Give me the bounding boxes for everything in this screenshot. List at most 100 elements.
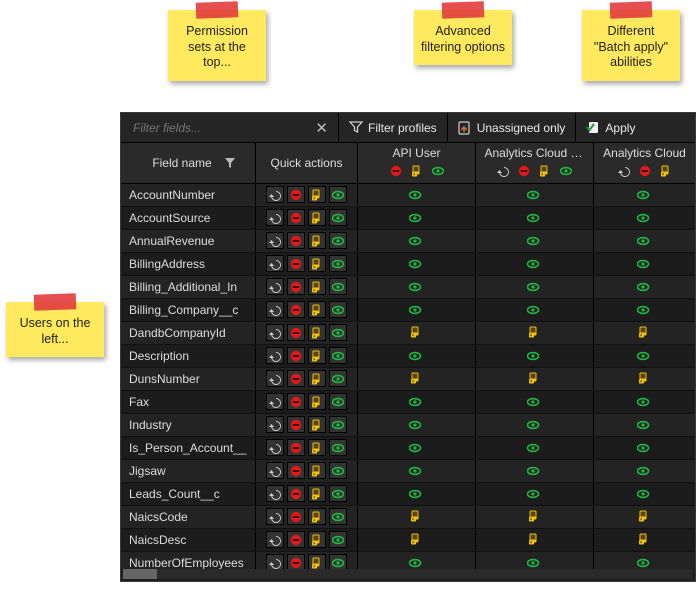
remove-icon[interactable] xyxy=(515,163,533,180)
cell-profile-state[interactable] xyxy=(476,529,594,551)
visible-icon[interactable] xyxy=(409,235,425,247)
search-input[interactable] xyxy=(131,120,311,136)
visible-icon[interactable] xyxy=(329,531,347,548)
visible-icon[interactable] xyxy=(637,212,653,224)
remove-icon[interactable] xyxy=(287,554,305,569)
cell-field-name[interactable]: AccountNumber xyxy=(121,184,256,206)
cell-profile-state[interactable] xyxy=(594,483,695,505)
visible-icon[interactable] xyxy=(527,557,543,569)
apply-button[interactable]: Apply xyxy=(576,113,645,142)
cell-profile-state[interactable] xyxy=(476,552,594,569)
visible-icon[interactable] xyxy=(527,442,543,454)
undo-icon[interactable] xyxy=(266,186,284,203)
undo-icon[interactable] xyxy=(266,301,284,318)
cell-profile-state[interactable] xyxy=(358,230,476,252)
undo-icon[interactable] xyxy=(266,554,284,569)
readonly-icon[interactable] xyxy=(308,186,326,203)
cell-profile-state[interactable] xyxy=(476,391,594,413)
cell-profile-state[interactable] xyxy=(476,322,594,344)
scrollbar-thumb[interactable] xyxy=(123,569,157,579)
remove-icon[interactable] xyxy=(287,278,305,295)
cell-profile-state[interactable] xyxy=(358,414,476,436)
visible-icon[interactable] xyxy=(637,281,653,293)
visible-icon[interactable] xyxy=(527,235,543,247)
cell-field-name[interactable]: DandbCompanyId xyxy=(121,322,256,344)
cell-profile-state[interactable] xyxy=(476,414,594,436)
cell-profile-state[interactable] xyxy=(594,299,695,321)
clear-search-icon[interactable]: ✕ xyxy=(311,119,332,137)
remove-icon[interactable] xyxy=(287,508,305,525)
remove-icon[interactable] xyxy=(287,393,305,410)
cell-profile-state[interactable] xyxy=(476,230,594,252)
visible-icon[interactable] xyxy=(527,281,543,293)
readonly-icon[interactable] xyxy=(638,510,652,524)
visible-icon[interactable] xyxy=(637,465,653,477)
cell-profile-state[interactable] xyxy=(358,368,476,390)
readonly-icon[interactable] xyxy=(308,255,326,272)
visible-icon[interactable] xyxy=(329,278,347,295)
visible-icon[interactable] xyxy=(409,350,425,362)
readonly-icon[interactable] xyxy=(308,232,326,249)
cell-profile-state[interactable] xyxy=(358,460,476,482)
cell-profile-state[interactable] xyxy=(594,552,695,569)
cell-field-name[interactable]: NaicsCode xyxy=(121,506,256,528)
readonly-icon[interactable] xyxy=(308,416,326,433)
cell-profile-state[interactable] xyxy=(594,184,695,206)
visible-icon[interactable] xyxy=(637,350,653,362)
visible-icon[interactable] xyxy=(329,255,347,272)
cell-profile-state[interactable] xyxy=(594,230,695,252)
visible-icon[interactable] xyxy=(329,462,347,479)
visible-icon[interactable] xyxy=(527,304,543,316)
cell-profile-state[interactable] xyxy=(358,529,476,551)
readonly-icon[interactable] xyxy=(410,510,424,524)
visible-icon[interactable] xyxy=(409,396,425,408)
cell-field-name[interactable]: Is_Person_Account__ xyxy=(121,437,256,459)
cell-profile-state[interactable] xyxy=(594,207,695,229)
cell-field-name[interactable]: AnnualRevenue xyxy=(121,230,256,252)
visible-icon[interactable] xyxy=(409,419,425,431)
readonly-icon[interactable] xyxy=(308,531,326,548)
cell-profile-state[interactable] xyxy=(594,391,695,413)
readonly-icon[interactable] xyxy=(410,372,424,386)
visible-icon[interactable] xyxy=(409,304,425,316)
remove-icon[interactable] xyxy=(287,439,305,456)
visible-icon[interactable] xyxy=(637,258,653,270)
readonly-icon[interactable] xyxy=(410,326,424,340)
visible-icon[interactable] xyxy=(637,442,653,454)
undo-icon[interactable] xyxy=(266,255,284,272)
remove-icon[interactable] xyxy=(636,163,654,180)
visible-icon[interactable] xyxy=(527,212,543,224)
undo-icon[interactable] xyxy=(266,370,284,387)
cell-profile-state[interactable] xyxy=(476,506,594,528)
cell-profile-state[interactable] xyxy=(358,184,476,206)
visible-icon[interactable] xyxy=(637,235,653,247)
cell-profile-state[interactable] xyxy=(358,506,476,528)
readonly-icon[interactable] xyxy=(308,439,326,456)
cell-field-name[interactable]: DunsNumber xyxy=(121,368,256,390)
readonly-icon[interactable] xyxy=(308,508,326,525)
visible-icon[interactable] xyxy=(329,209,347,226)
visible-icon[interactable] xyxy=(527,396,543,408)
cell-profile-state[interactable] xyxy=(476,460,594,482)
cell-profile-state[interactable] xyxy=(358,253,476,275)
remove-icon[interactable] xyxy=(287,324,305,341)
undo-icon[interactable] xyxy=(266,393,284,410)
cell-profile-state[interactable] xyxy=(594,276,695,298)
cell-profile-state[interactable] xyxy=(476,437,594,459)
readonly-icon[interactable] xyxy=(528,533,542,547)
readonly-icon[interactable] xyxy=(308,393,326,410)
cell-profile-state[interactable] xyxy=(358,276,476,298)
cell-profile-state[interactable] xyxy=(594,368,695,390)
cell-profile-state[interactable] xyxy=(358,322,476,344)
cell-profile-state[interactable] xyxy=(476,184,594,206)
cell-field-name[interactable]: Jigsaw xyxy=(121,460,256,482)
visible-icon[interactable] xyxy=(329,347,347,364)
filter-profiles-button[interactable]: Filter profiles xyxy=(339,113,448,142)
cell-profile-state[interactable] xyxy=(594,529,695,551)
visible-icon[interactable] xyxy=(409,281,425,293)
visible-icon[interactable] xyxy=(527,258,543,270)
header-profile[interactable]: Analytics Cloud xyxy=(594,143,695,183)
visible-icon[interactable] xyxy=(409,212,425,224)
remove-icon[interactable] xyxy=(287,370,305,387)
readonly-icon[interactable] xyxy=(308,370,326,387)
